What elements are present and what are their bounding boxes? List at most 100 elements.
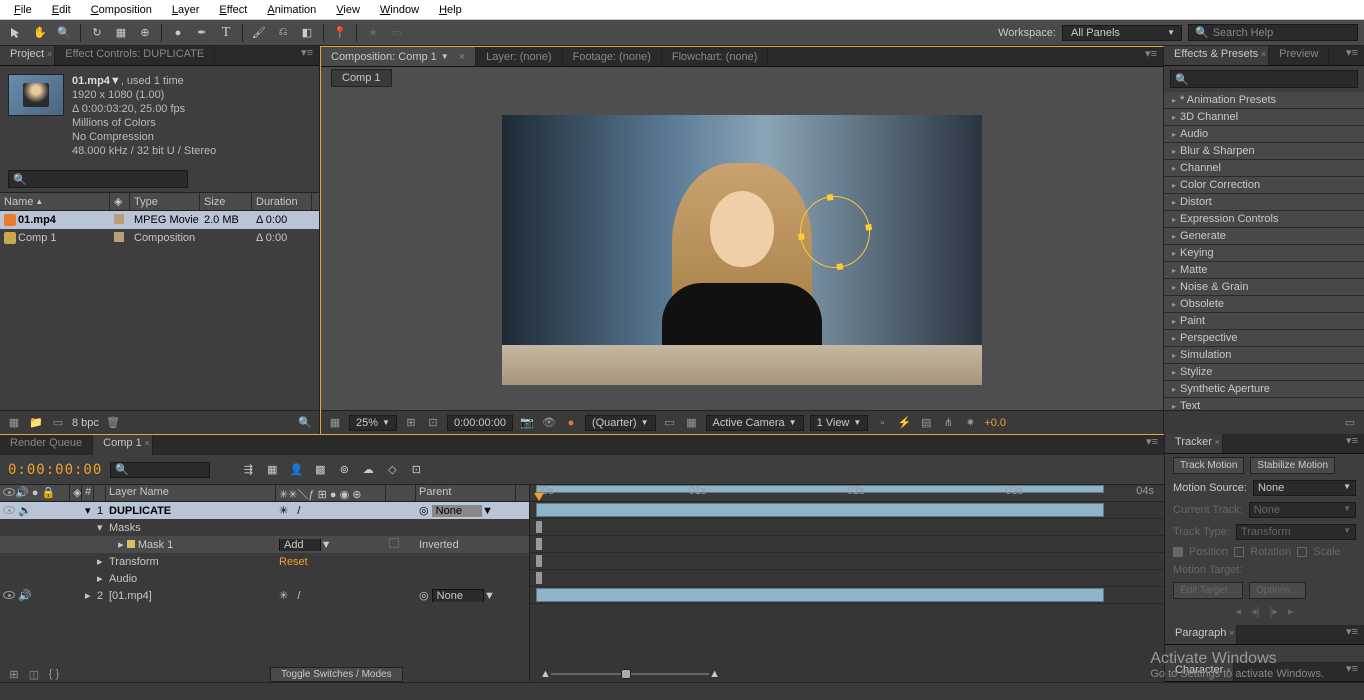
tab-composition[interactable]: Composition: Comp 1 ▼× <box>321 47 476 66</box>
menu-layer[interactable]: Layer <box>162 2 210 18</box>
draft3d-icon[interactable]: ▦ <box>262 460 282 480</box>
menu-window[interactable]: Window <box>370 2 429 18</box>
timeline-tracks[interactable]: 00s 01s 02s 03s 04s <box>530 485 1164 682</box>
mask-handle-top[interactable] <box>826 193 833 200</box>
menu-animation[interactable]: Animation <box>257 2 326 18</box>
brainstorm-icon[interactable]: ☁ <box>358 460 378 480</box>
effects-category[interactable]: Blur & Sharpen <box>1164 143 1364 160</box>
effects-category[interactable]: Color Correction <box>1164 177 1364 194</box>
stabilize-motion-button[interactable]: Stabilize Motion <box>1250 457 1335 474</box>
effects-category[interactable]: Paint <box>1164 313 1364 330</box>
layer-transform-group[interactable]: ▸ Transform Reset <box>0 553 529 570</box>
project-search-input[interactable]: 🔍 <box>8 170 188 188</box>
color-mgmt-icon[interactable]: ● <box>563 415 579 431</box>
tab-flowchart[interactable]: Flowchart: (none) <box>662 47 769 66</box>
effects-category[interactable]: Expression Controls <box>1164 211 1364 228</box>
track-motion-button[interactable]: Track Motion <box>1173 457 1244 474</box>
graph-editor-icon[interactable]: ⊡ <box>406 460 426 480</box>
effects-category[interactable]: Perspective <box>1164 330 1364 347</box>
transparency-grid-icon[interactable]: ▦ <box>684 415 700 431</box>
snapshot-icon[interactable]: 📷 <box>519 415 535 431</box>
panel-menu-icon[interactable]: ▾≡ <box>1340 46 1364 65</box>
project-row-01mp4[interactable]: 01.mp4 MPEG Movie 2.0 MB Δ 0:00 <box>0 211 319 229</box>
tab-character[interactable]: Character× <box>1165 662 1234 681</box>
effects-category[interactable]: Synthetic Aperture <box>1164 381 1364 398</box>
playhead-icon[interactable] <box>534 493 544 501</box>
menu-file[interactable]: File <box>4 2 42 18</box>
timeline-search-input[interactable]: 🔍 <box>110 462 210 478</box>
toggle-pane-icon[interactable]: ◫ <box>26 666 42 682</box>
time-ruler[interactable]: 00s 01s 02s 03s 04s <box>530 485 1164 502</box>
resolution-selector[interactable]: (Quarter) <box>585 415 656 431</box>
comp-mini-flowchart-icon[interactable]: ⇶ <box>238 460 258 480</box>
keyframe-marker[interactable] <box>536 555 542 567</box>
puppet-tool-icon[interactable]: 📍 <box>330 23 350 43</box>
camera-selector[interactable]: Active Camera <box>706 415 804 431</box>
fast-preview-icon[interactable]: ⚡ <box>896 415 912 431</box>
tab-render-queue[interactable]: Render Queue <box>0 435 93 455</box>
bpc-toggle[interactable]: 8 bpc <box>72 417 99 429</box>
effects-category[interactable]: Keying <box>1164 245 1364 262</box>
panel-menu-icon[interactable]: ▾≡ <box>1340 625 1364 644</box>
mask-handle-left[interactable] <box>798 233 805 240</box>
panel-menu-icon[interactable]: ▾≡ <box>1140 435 1164 455</box>
flowchart-icon[interactable]: ⋔ <box>940 415 956 431</box>
workspace-selector[interactable]: All Panels <box>1062 25 1182 41</box>
always-preview-icon[interactable]: ▦ <box>327 415 343 431</box>
views-selector[interactable]: 1 View <box>810 415 869 431</box>
col-layer-name[interactable]: Layer Name <box>106 485 276 501</box>
eraser-tool-icon[interactable]: ◧ <box>297 23 317 43</box>
layer-masks-group[interactable]: ▾ Masks <box>0 519 529 536</box>
mask-handle-bottom[interactable] <box>836 263 843 270</box>
motion-source-selector[interactable]: None <box>1253 480 1356 496</box>
reset-exposure-icon[interactable]: ✷ <box>962 415 978 431</box>
rotation-tool-icon[interactable]: ↻ <box>87 23 107 43</box>
clip-bar[interactable] <box>536 503 1104 517</box>
tab-timeline-comp1[interactable]: Comp 1× <box>93 435 153 455</box>
selection-tool-icon[interactable] <box>6 23 26 43</box>
folder-icon[interactable]: ▭ <box>387 23 407 43</box>
brush-tool-icon[interactable]: 🖌 <box>249 23 269 43</box>
effects-category[interactable]: Noise & Grain <box>1164 279 1364 296</box>
mask-toggle-icon[interactable]: ⊡ <box>425 415 441 431</box>
effects-category[interactable]: 3D Channel <box>1164 109 1364 126</box>
interpret-footage-icon[interactable]: ▦ <box>6 415 22 431</box>
effects-category[interactable]: Stylize <box>1164 364 1364 381</box>
col-parent[interactable]: Parent <box>416 485 516 501</box>
composition-viewer[interactable] <box>321 89 1163 410</box>
layer-row-01mp4[interactable]: 🔊▸2 [01.mp4] ✳ / ◎ None▼ <box>0 587 529 604</box>
zoom-out-icon[interactable]: ▲ <box>540 668 551 680</box>
hand-tool-icon[interactable]: ✋ <box>30 23 50 43</box>
new-folder-icon[interactable]: 📁 <box>28 415 44 431</box>
current-time[interactable]: 0:00:00:00 <box>447 415 513 431</box>
grid-icon[interactable]: ⊞ <box>403 415 419 431</box>
motion-blur-icon[interactable]: ⊚ <box>334 460 354 480</box>
menu-view[interactable]: View <box>326 2 370 18</box>
effects-category[interactable]: Generate <box>1164 228 1364 245</box>
effects-category[interactable]: Text <box>1164 398 1364 410</box>
zoom-in-icon[interactable]: ▲ <box>709 668 720 680</box>
search-help-input[interactable]: 🔍 Search Help <box>1188 24 1358 41</box>
show-channel-icon[interactable]: 👁 <box>541 415 557 431</box>
tab-effect-controls[interactable]: Effect Controls: DUPLICATE <box>55 46 215 65</box>
zoom-tool-icon[interactable]: 🔍 <box>54 23 74 43</box>
tab-footage[interactable]: Footage: (none) <box>563 47 662 66</box>
project-row-comp1[interactable]: Comp 1 Composition Δ 0:00 <box>0 229 319 247</box>
new-bin-icon[interactable]: ▭ <box>1342 415 1358 431</box>
text-tool-icon[interactable]: T <box>216 23 236 43</box>
tab-project[interactable]: Project× <box>0 46 55 65</box>
effects-category[interactable]: Distort <box>1164 194 1364 211</box>
tab-preview[interactable]: Preview <box>1269 46 1329 65</box>
effects-category[interactable]: Simulation <box>1164 347 1364 364</box>
layer-audio-group[interactable]: ▸ Audio <box>0 570 529 587</box>
col-size[interactable]: Size <box>200 193 252 210</box>
clone-tool-icon[interactable]: ⎌ <box>273 23 293 43</box>
col-duration[interactable]: Duration <box>252 193 312 210</box>
timeline-zoom-slider[interactable]: ▲ ▲ <box>540 668 720 680</box>
current-timecode[interactable]: 0:00:00:00 <box>8 462 102 478</box>
menu-effect[interactable]: Effect <box>209 2 257 18</box>
pen-tool-icon[interactable]: ✒ <box>192 23 212 43</box>
auto-keyframe-icon[interactable]: ◇ <box>382 460 402 480</box>
pan-behind-tool-icon[interactable]: ⊕ <box>135 23 155 43</box>
menu-help[interactable]: Help <box>429 2 472 18</box>
